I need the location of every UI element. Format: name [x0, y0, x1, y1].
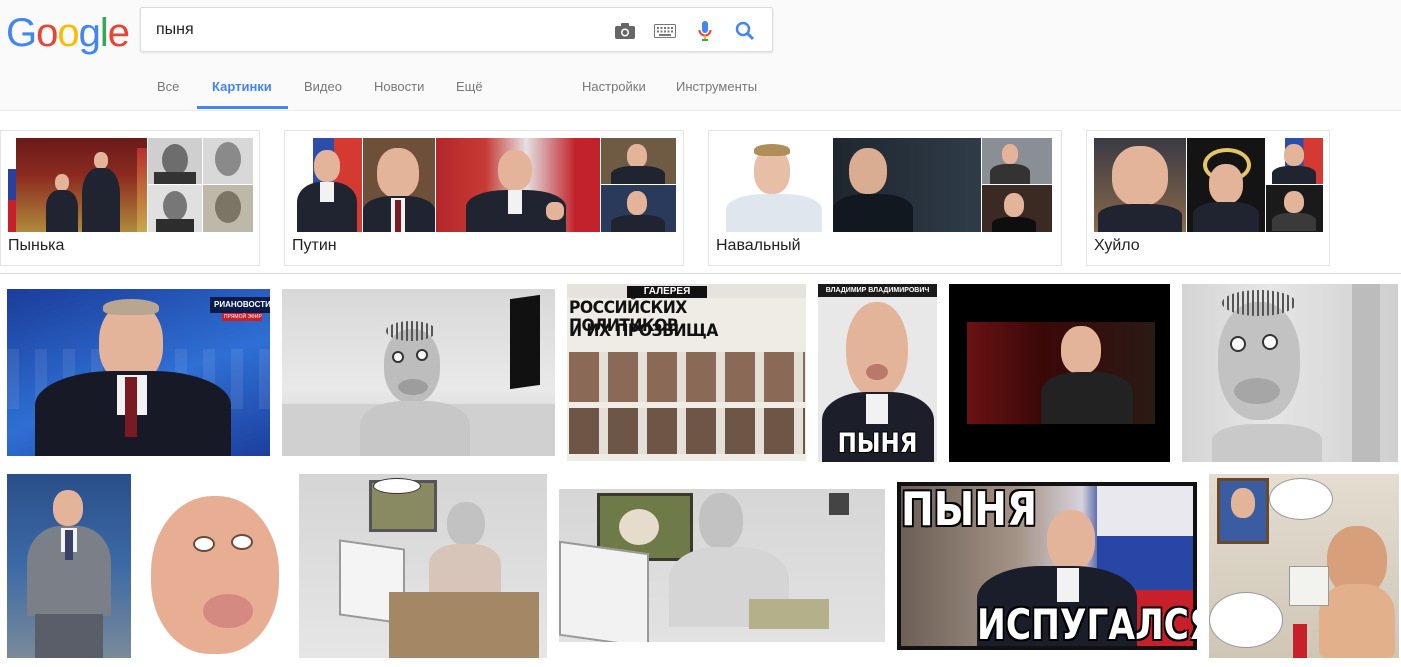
search-input[interactable]	[156, 8, 596, 51]
tab-tools[interactable]: Инструменты	[676, 68, 757, 110]
search-icon[interactable]	[733, 19, 757, 43]
tab-news[interactable]: Новости	[374, 68, 424, 110]
image-caption: ПЫНЯ	[837, 428, 918, 459]
related-thumb	[1266, 138, 1323, 184]
result-image[interactable]	[1209, 474, 1399, 658]
related-thumb	[363, 138, 435, 232]
image-caption: ВЛАДИМИР ВЛАДИМИРОВИЧ	[818, 284, 937, 297]
related-thumb	[292, 138, 362, 232]
meme-caption-bottom: ИСПУГАЛСЯ	[977, 600, 1197, 649]
related-label: Путин	[292, 237, 337, 254]
related-card-huylo[interactable]: Хуйло	[1086, 130, 1330, 266]
related-label: Пынька	[8, 237, 65, 254]
related-thumb	[148, 138, 202, 184]
related-card-putin[interactable]: Путин	[284, 130, 684, 266]
keyboard-icon[interactable]	[653, 19, 677, 43]
related-thumb	[601, 138, 676, 184]
logo-letter: l	[99, 11, 109, 55]
live-badge: ПРЯМОЙ ЭФИР	[222, 313, 262, 321]
related-thumb	[716, 138, 832, 232]
camera-icon[interactable]	[613, 19, 637, 43]
logo-letter: e	[107, 11, 130, 55]
search-tabs: Все Картинки Видео Новости Ещё Настройки…	[0, 68, 1401, 110]
meme-caption-top: ПЫНЯ	[901, 482, 1038, 536]
related-thumb	[8, 138, 147, 232]
result-image[interactable]: ПЫНЯ ИСПУГАЛСЯ	[897, 482, 1197, 650]
result-image[interactable]	[299, 474, 547, 658]
related-thumb	[982, 138, 1052, 184]
tab-images[interactable]: Картинки	[212, 68, 272, 110]
google-logo[interactable]: Google	[6, 10, 130, 56]
logo-letter: g	[78, 11, 101, 55]
tab-video[interactable]: Видео	[304, 68, 342, 110]
related-thumb	[1266, 185, 1323, 232]
tab-more[interactable]: Ещё	[456, 68, 483, 110]
related-label: Навальный	[716, 237, 801, 254]
result-image[interactable]	[949, 284, 1170, 462]
header: Google Все Картинки Видео Новости Ещё На…	[0, 0, 1401, 111]
active-tab-indicator	[197, 106, 288, 109]
result-image[interactable]	[282, 289, 555, 456]
related-thumb	[982, 185, 1052, 232]
gallery-title: И ИХ ПРОЗВИЩА	[569, 321, 718, 341]
related-label: Хуйло	[1094, 237, 1140, 254]
related-thumb	[1094, 138, 1186, 232]
result-image[interactable]	[7, 474, 131, 658]
logo-letter: o	[36, 11, 58, 55]
related-thumb	[1187, 138, 1265, 232]
result-image[interactable]	[559, 489, 885, 642]
result-image[interactable]: ВЛАДИМИР ВЛАДИМИРОВИЧ ПЫНЯ	[818, 284, 937, 462]
logo-letter: o	[57, 11, 79, 55]
channel-logo: РИАНОВОСТИ	[210, 297, 270, 313]
tab-settings[interactable]: Настройки	[582, 68, 646, 110]
result-image[interactable]	[143, 474, 288, 658]
gallery-header: ГАЛЕРЕЯ	[627, 286, 707, 298]
related-thumb	[148, 185, 202, 232]
related-card-navalny[interactable]: Навальный	[708, 130, 1062, 266]
related-thumb	[203, 138, 253, 184]
divider	[0, 273, 1401, 274]
related-thumb	[601, 185, 676, 232]
tab-all[interactable]: Все	[157, 68, 179, 110]
result-image[interactable]: ГАЛЕРЕЯ РОССИЙСКИХ ПОЛИТИКОВ И ИХ ПРОЗВИ…	[567, 284, 806, 461]
result-image[interactable]: РИАНОВОСТИ ПРЯМОЙ ЭФИР	[7, 289, 270, 456]
search-box	[140, 7, 773, 52]
related-thumb	[436, 138, 600, 232]
result-image[interactable]	[1182, 284, 1398, 462]
microphone-icon[interactable]	[693, 19, 717, 43]
related-card-pynka[interactable]: Пынька	[0, 130, 260, 266]
related-thumb	[833, 138, 981, 232]
logo-letter: G	[6, 11, 37, 55]
related-thumb	[203, 185, 253, 232]
